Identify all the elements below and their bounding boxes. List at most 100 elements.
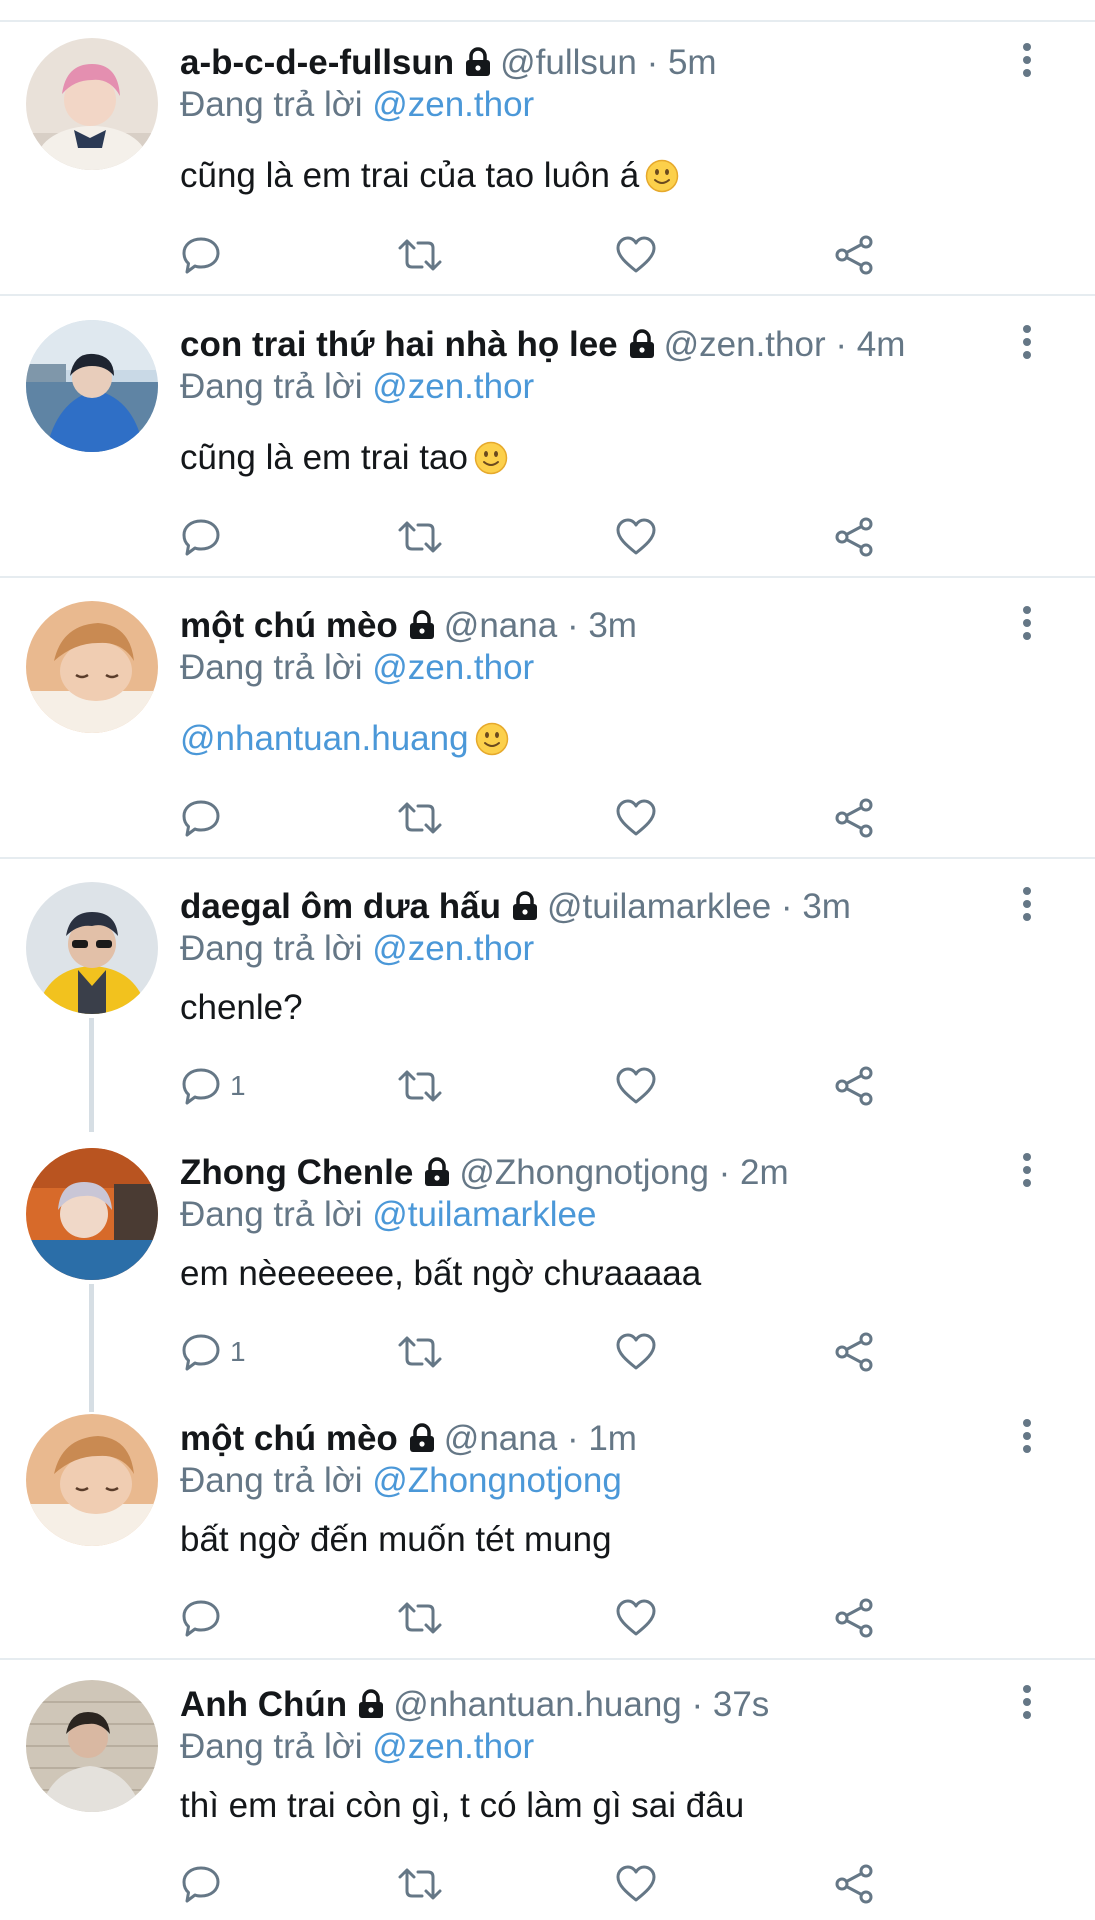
heart-icon	[616, 1599, 656, 1636]
timestamp[interactable]: 5m	[668, 43, 717, 82]
retweet-button[interactable]	[396, 1861, 444, 1907]
share-icon	[835, 517, 873, 557]
reply-to-mention[interactable]: @zen.thor	[372, 1727, 534, 1766]
avatar[interactable]	[26, 601, 158, 733]
more-options-button[interactable]	[1012, 601, 1042, 645]
like-button[interactable]	[614, 1861, 658, 1907]
like-button[interactable]	[614, 795, 658, 841]
retweet-button[interactable]	[396, 1063, 444, 1109]
tweet-text: cũng là em trai của tao luôn á	[180, 154, 679, 198]
retweet-button[interactable]	[396, 795, 444, 841]
user-handle[interactable]: @Zhongnotjong	[459, 1153, 709, 1192]
more-options-button[interactable]	[1012, 38, 1042, 82]
share-icon	[835, 1066, 873, 1106]
tweet[interactable]: daegal ôm dưa hấu @tuilamarklee · 3m Đang…	[0, 844, 1095, 1110]
display-name[interactable]: con trai thứ hai nhà họ lee	[180, 325, 618, 364]
tweet-header: con trai thứ hai nhà họ lee @zen.thor · 4…	[180, 323, 905, 367]
user-handle[interactable]: @tuilamarklee	[547, 887, 771, 926]
reply-to-mention[interactable]: @zen.thor	[372, 85, 534, 124]
display-name[interactable]: một chú mèo	[180, 1419, 398, 1458]
display-name[interactable]: daegal ôm dưa hấu	[180, 887, 501, 926]
reply-to-mention[interactable]: @zen.thor	[372, 367, 534, 406]
more-options-button[interactable]	[1012, 882, 1042, 926]
share-button[interactable]	[832, 232, 876, 278]
timestamp[interactable]: 2m	[740, 1153, 789, 1192]
reply-feed: a-b-c-d-e-fullsun @fullsun · 5m Đang trả …	[0, 0, 1095, 1920]
speech-bubble-icon	[182, 1068, 220, 1105]
replying-to: Đang trả lời @zen.thor	[180, 1725, 534, 1769]
display-name[interactable]: Anh Chún	[180, 1685, 347, 1724]
retweet-button[interactable]	[396, 232, 444, 278]
reply-to-mention[interactable]: @zen.thor	[372, 648, 534, 687]
user-handle[interactable]: @fullsun	[500, 43, 637, 82]
body-mention[interactable]: @nhantuan.huang	[180, 719, 469, 758]
reply-button[interactable]	[180, 795, 222, 841]
tweet[interactable]: a-b-c-d-e-fullsun @fullsun · 5m Đang trả …	[0, 0, 1095, 296]
reply-to-mention[interactable]: @tuilamarklee	[372, 1195, 596, 1234]
timestamp[interactable]: 1m	[588, 1419, 637, 1458]
avatar[interactable]	[26, 882, 158, 1014]
avatar[interactable]	[26, 1680, 158, 1812]
tweet[interactable]: con trai thứ hai nhà họ lee @zen.thor · 4…	[0, 282, 1095, 578]
reply-to-mention[interactable]: @zen.thor	[372, 929, 534, 968]
avatar[interactable]	[26, 1148, 158, 1280]
like-button[interactable]	[614, 1595, 658, 1641]
timestamp[interactable]: 4m	[857, 325, 906, 364]
reply-button[interactable]	[180, 1861, 222, 1907]
share-button[interactable]	[832, 514, 876, 560]
tweet[interactable]: Zhong Chenle @Zhongnotjong · 2m Đang trả …	[0, 1110, 1095, 1376]
heart-icon	[616, 1067, 656, 1104]
share-icon	[835, 1598, 873, 1638]
display-name[interactable]: Zhong Chenle	[180, 1153, 413, 1192]
reply-button[interactable]: 1	[180, 1063, 246, 1109]
more-options-button[interactable]	[1012, 1680, 1042, 1724]
replying-to: Đang trả lời @zen.thor	[180, 927, 534, 971]
like-button[interactable]	[614, 1329, 658, 1375]
display-name[interactable]: a-b-c-d-e-fullsun	[180, 43, 454, 82]
share-button[interactable]	[832, 1861, 876, 1907]
retweet-icon	[398, 1336, 442, 1368]
more-options-button[interactable]	[1012, 1414, 1042, 1458]
display-name[interactable]: một chú mèo	[180, 606, 398, 645]
like-button[interactable]	[614, 1063, 658, 1109]
timestamp[interactable]: 37s	[713, 1685, 769, 1724]
timestamp[interactable]: 3m	[802, 887, 851, 926]
tweet-header: Zhong Chenle @Zhongnotjong · 2m	[180, 1151, 789, 1195]
tweet-text: chenle?	[180, 986, 303, 1030]
share-icon	[835, 1864, 873, 1904]
avatar[interactable]	[26, 1414, 158, 1546]
user-handle[interactable]: @nhantuan.huang	[393, 1685, 682, 1724]
share-button[interactable]	[832, 1063, 876, 1109]
user-handle[interactable]: @zen.thor	[664, 325, 826, 364]
user-handle[interactable]: @nana	[444, 1419, 557, 1458]
slightly-smiling-face-icon	[645, 159, 679, 204]
reply-prefix: Đang trả lời	[180, 1195, 363, 1234]
share-button[interactable]	[832, 1595, 876, 1641]
avatar[interactable]	[26, 320, 158, 452]
reply-to-mention[interactable]: @Zhongnotjong	[372, 1461, 622, 1500]
reply-button[interactable]	[180, 514, 222, 560]
avatar[interactable]	[26, 38, 158, 170]
speech-bubble-icon	[182, 519, 220, 556]
reply-count: 1	[230, 1336, 246, 1367]
vertical-dots-icon	[1023, 606, 1031, 640]
retweet-button[interactable]	[396, 514, 444, 560]
tweet-body: cũng là em trai tao	[180, 438, 468, 477]
replying-to: Đang trả lời @zen.thor	[180, 365, 534, 409]
like-button[interactable]	[614, 232, 658, 278]
tweet[interactable]: Anh Chún @nhantuan.huang · 37s Đang trả l…	[0, 1642, 1095, 1920]
retweet-button[interactable]	[396, 1595, 444, 1641]
timestamp[interactable]: 3m	[588, 606, 637, 645]
tweet[interactable]: một chú mèo @nana · 1m Đang trả lời @Zhon…	[0, 1376, 1095, 1660]
reply-button[interactable]	[180, 1595, 222, 1641]
reply-button[interactable]: 1	[180, 1329, 246, 1375]
more-options-button[interactable]	[1012, 1148, 1042, 1192]
tweet[interactable]: một chú mèo @nana · 3m Đang trả lời @zen.…	[0, 563, 1095, 859]
more-options-button[interactable]	[1012, 320, 1042, 364]
like-button[interactable]	[614, 514, 658, 560]
reply-button[interactable]	[180, 232, 222, 278]
retweet-button[interactable]	[396, 1329, 444, 1375]
user-handle[interactable]: @nana	[444, 606, 557, 645]
share-button[interactable]	[832, 1329, 876, 1375]
share-button[interactable]	[832, 795, 876, 841]
